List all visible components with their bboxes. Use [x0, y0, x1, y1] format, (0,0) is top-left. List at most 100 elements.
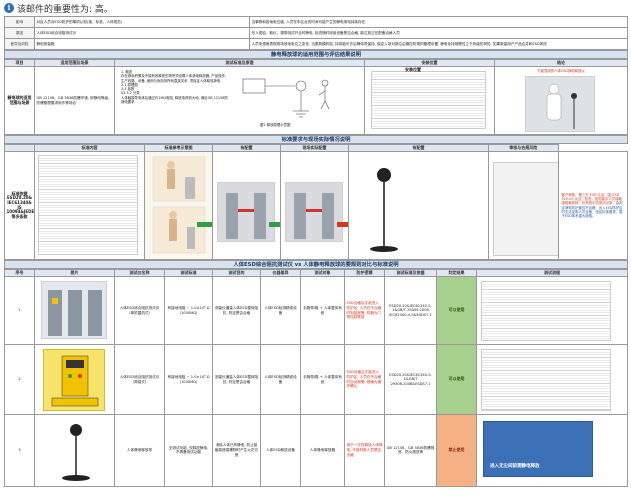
test-purpose: 测量仪通量人体ESD整体阻抗, 判定是否合格	[212, 276, 261, 345]
test-standard: 有接地电阻 ~ 1.0×10⁶ Ω (1000MΩ)	[164, 344, 213, 415]
tester-panel-icon	[51, 355, 99, 407]
conclusion-caption: 不能混用的人体ESD静电释放仪	[537, 69, 585, 73]
col-header: 判定结果	[436, 269, 477, 277]
col-header: 现场实际配置	[280, 144, 349, 152]
photo-cell	[34, 344, 115, 415]
col-header: 仪器差异	[260, 269, 301, 277]
col-header: 安装位置	[364, 59, 495, 67]
col-header: 测试对象	[300, 269, 345, 277]
arrow-right-icon	[197, 222, 212, 227]
row-value-2: 人员来源差表规现场放电电位之变化, 当更新模机检, 持将能可去后静电导保持, 保…	[249, 38, 628, 50]
tester-photo-2	[43, 349, 105, 411]
col-header: 审核与合规风险	[488, 144, 559, 152]
flow-caption: 进入无尘间前测静电释放	[490, 464, 540, 470]
principle-diagram	[242, 78, 330, 118]
instrument-diff: 人体ESD释放设备	[260, 414, 301, 487]
reference-diagram-cell	[144, 151, 213, 260]
flow-cell: 进入无尘间前测静电释放	[476, 414, 628, 487]
info-icon: i	[4, 3, 14, 13]
instrument-diff: 人体ESD检测精准设备	[260, 344, 301, 415]
flow-cell	[476, 344, 628, 415]
std-line: 存在静电积累及不能有效释放的场所须设置人体静电释放器, 产品操作、生产线路、设备…	[121, 74, 229, 83]
table-row: 差异及风险 静电测量箱 人员来源差表规现场放电电位之变化, 当更新模机检, 持将…	[4, 38, 628, 50]
table-row: 2 人体ESD综合阻抗测试仪（简易式） 有接地电阻 ~ 1.0×10⁶ Ω (1…	[4, 344, 628, 415]
person-icon	[546, 83, 577, 129]
test-object: 手腕带/鞋 + 人体整体系统	[300, 276, 345, 345]
row-value: 静电测量箱	[34, 38, 250, 50]
col-header: 标准参考示意图	[144, 144, 213, 152]
col-header: 测试标准及原理	[114, 59, 365, 67]
turnstile-icon	[294, 193, 334, 239]
test-purpose: 测量仪通量人体ESD整体阻抗, 判定是否合格	[212, 344, 261, 415]
std-caption: 图1 释放原理示意图	[260, 123, 291, 127]
tester-name: 人体静电释放球	[114, 414, 165, 487]
col-header: 项目	[4, 59, 35, 67]
spreadsheet-view: 影响 对区人员对ESD防护的事项认知(规、标准、人体规范) 当事物和各地电位值,…	[4, 16, 628, 500]
arrow-right-icon	[337, 222, 348, 227]
row-number: 2	[4, 344, 35, 415]
section2-header-row: 标准内容 标准参考示意图 有配置 现场实际配置 有配置 审核与合规风险	[4, 144, 628, 152]
comparison-header-row: 序号 照片 测试仪名称 测试标准 测试目的 仪器差异 测试对象 防护逻辑 测试标…	[4, 269, 628, 277]
row-label: 标准依据 ESD20.20& IEC61340& JS 10094&JEDEC6…	[4, 151, 35, 260]
section1-table: 项目 适用范围及场景 测试标准及原理 安装位置 结论 静电球的适用范围与场景 G…	[4, 59, 628, 135]
install-cell: 安装位置	[364, 66, 495, 135]
col-header: 测试仪名称	[114, 269, 165, 277]
flow-image	[481, 281, 611, 341]
comparison-table: 序号 照片 测试仪名称 测试标准 测试目的 仪器差异 测试对象 防护逻辑 测试标…	[4, 269, 628, 487]
standard-content-cell	[34, 151, 145, 260]
conclusion-cell: 不能混用的人体ESD静电释放仪	[494, 66, 628, 135]
result-badge: 禁止使用	[436, 414, 477, 487]
discharge-ball-photo	[61, 423, 90, 481]
row-label: 影响	[4, 16, 35, 28]
row-value-2: 形人类检、取仪、规带测试开合时静电, 检查随时段用设备是否合格, 能达到正在配备…	[249, 27, 628, 39]
install-title: 安装位置	[405, 67, 421, 72]
site-config-2-cell	[280, 151, 349, 260]
protection-logic: ESD合格后才能进入防护区; 人员在不合格时自动报警, 规格为操作确认	[344, 344, 385, 415]
row-value-2: 当事物和各地电位值, 人员在车区台的时间可能产生的静电带电持续存在	[249, 16, 628, 28]
standard-text: 1. 概述 存在静电积累及不能有效释放的场所须设置人体静电释放器, 产品操作、生…	[121, 70, 231, 104]
turnstile-icon	[226, 193, 266, 239]
col-header: 标准内容	[34, 144, 145, 152]
col-header: 照片	[34, 269, 115, 277]
section2-title: 标准要求与现场实际情况说明	[4, 135, 628, 144]
section3-title: 人体ESD综合阻抗测试仪 vs 人体静电释放球的要规则对比与标准说明	[4, 260, 628, 269]
turnstile-photo-2	[285, 182, 343, 242]
col-header: 适用范围及场景	[34, 59, 115, 67]
photo-cell	[34, 414, 115, 487]
flow-cell	[476, 276, 628, 345]
turnstile-icon	[48, 290, 102, 336]
test-object: 手腕带/鞋 + 人体整体系统	[300, 344, 345, 415]
tester-name: 人体ESD综合阻抗测试仪（简易式）	[114, 344, 165, 415]
section1-title: 静电释放球的适用范围与评估结果说明	[4, 50, 628, 59]
standard-basis: ESD20.20&IEC61340-5-1&GB/T 29306.2008 IE…	[384, 276, 437, 345]
table-row: 影响 对区人员对ESD防护的事项认知(规、标准、人体规范) 当事物和各地电位值,…	[4, 16, 628, 28]
test-object: 人体静电释放器	[300, 414, 345, 487]
site-document-image	[493, 162, 558, 256]
importance-banner: i 该邮件的重要性为: 高。	[0, 0, 631, 16]
cleanroom-photo	[525, 76, 595, 132]
standard-basis: GB 12158、GB 3836防爆规范、防火规范等	[384, 414, 437, 487]
banner-text: 该邮件的重要性为: 高。	[17, 4, 113, 15]
std-line: 人体触摸导电体后通过约1MΩ电阻, 释放电荷到大地, 满足GB 12158防静电…	[121, 95, 228, 105]
site-config-1-cell	[212, 151, 281, 260]
section1-header-row: 项目 适用范围及场景 测试标准及原理 安装位置 结论	[4, 59, 628, 67]
col-header: 测试标准及依据	[384, 269, 437, 277]
result-badge: 可以使用	[436, 276, 477, 345]
col-header: 防护逻辑	[344, 269, 385, 277]
col-header: 结论	[494, 59, 628, 67]
table-row: 1 人体ESD综合阻抗测试仪（单机翼机式） 有接地电阻 ~ 1.0×10⁶ Ω …	[4, 276, 628, 345]
col-header: 序号	[4, 269, 35, 277]
row-value: 对区人员对ESD防护的事项认知(规、标准、人体规范)	[34, 16, 250, 28]
test-standard: 有接地电阻 ~ 1.0×10⁶ Ω (1000MΩ)	[164, 276, 213, 345]
table-row: 原因 人体ESD综合电阻测试仪 形人类检、取仪、规带测试开合时静电, 检查随时段…	[4, 27, 628, 39]
photo-cell	[34, 276, 115, 345]
standard-basis: ESD20.20&IEC61340-5-1&GB/T 29306.2008&ES…	[384, 344, 437, 415]
row-number: 1	[4, 276, 35, 345]
test-purpose: 消除人体已有静电, 防止接触易燃易爆物时产生火花引燃	[212, 414, 261, 487]
flow-sign-image: 进入无尘间前测静电释放	[483, 421, 593, 477]
standard-cell: 1. 概述 存在静电积累及不能有效释放的场所须设置人体静电释放器, 产品操作、生…	[114, 66, 365, 135]
site-config-3-cell	[348, 151, 489, 260]
row-label: 原因	[4, 27, 35, 39]
result-badge: 可以使用	[436, 344, 477, 415]
instrument-diff: 人体ESD检测精准设备	[260, 276, 301, 345]
